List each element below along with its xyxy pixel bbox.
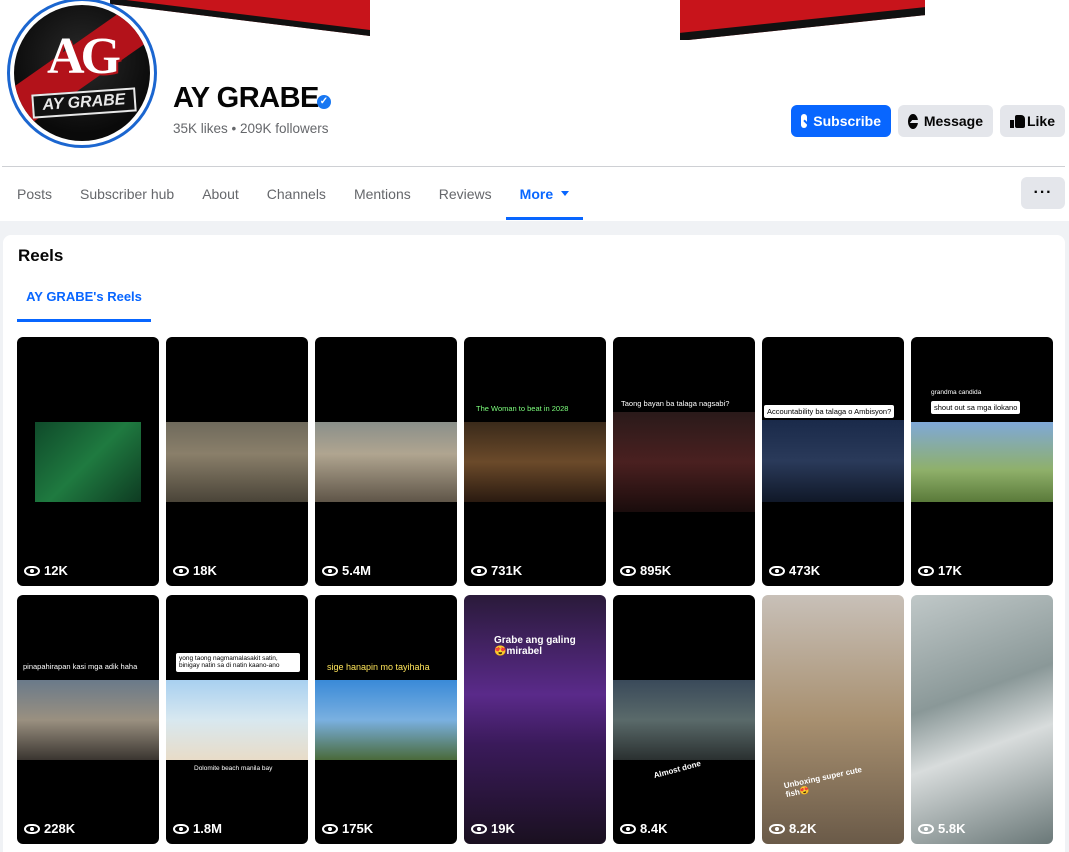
eye-icon bbox=[769, 565, 785, 576]
reel-caption: Accountability ba talaga o Ambisyon? bbox=[764, 405, 895, 418]
logo-mark: AG bbox=[47, 28, 121, 85]
subscribe-icon bbox=[801, 114, 808, 128]
reel-caption: Almost done bbox=[652, 758, 702, 781]
reel-thumbnail bbox=[17, 680, 159, 760]
reel-thumbnail bbox=[166, 680, 308, 760]
eye-icon bbox=[173, 823, 189, 834]
view-count: 8.2K bbox=[769, 821, 816, 836]
eye-icon bbox=[173, 565, 189, 576]
tab-about[interactable]: About bbox=[188, 167, 253, 220]
reel-thumbnail bbox=[911, 422, 1053, 502]
tab-more[interactable]: More bbox=[505, 167, 584, 220]
reel-thumbnail bbox=[315, 422, 457, 502]
reel-card[interactable]: The Woman to beat in 2028 731K bbox=[464, 337, 606, 586]
view-count: 8.4K bbox=[620, 821, 667, 836]
eye-icon bbox=[24, 565, 40, 576]
reel-card[interactable]: 5.4M bbox=[315, 337, 457, 586]
eye-icon bbox=[769, 823, 785, 834]
reel-caption: The Woman to beat in 2028 bbox=[476, 404, 569, 413]
chevron-down-icon bbox=[561, 191, 570, 196]
reel-thumbnail bbox=[464, 422, 606, 502]
like-label: Like bbox=[1026, 113, 1055, 129]
profile-avatar[interactable]: AG AY GRABE bbox=[7, 0, 157, 148]
reel-thumbnail bbox=[762, 420, 904, 502]
reel-card[interactable]: yong taong nagmamalasakit satin, binigay… bbox=[166, 595, 308, 844]
reels-heading: Reels bbox=[18, 246, 64, 265]
view-count: 1.8M bbox=[173, 821, 222, 836]
view-count: 18K bbox=[173, 563, 217, 578]
reel-thumbnail bbox=[35, 422, 141, 502]
view-count: 5.4M bbox=[322, 563, 371, 578]
tab-reviews[interactable]: Reviews bbox=[425, 167, 506, 220]
reels-section: Reels AY GRABE's Reels 12K 18K 5.4M The … bbox=[3, 235, 1065, 852]
reel-card[interactable]: 12K bbox=[17, 337, 159, 586]
reel-card[interactable]: grandma candida shout out sa mga ilokano… bbox=[911, 337, 1053, 586]
reel-card[interactable]: Taong bayan ba talaga nagsabi? 895K bbox=[613, 337, 755, 586]
tab-page-reels[interactable]: AY GRABE's Reels bbox=[17, 279, 151, 322]
reel-caption: Taong bayan ba talaga nagsabi? bbox=[621, 399, 730, 408]
reel-caption: Grabe ang galing 😍mirabel bbox=[494, 635, 576, 657]
tab-posts[interactable]: Posts bbox=[3, 167, 66, 220]
cover-photo[interactable] bbox=[0, 0, 1069, 40]
view-count: 228K bbox=[24, 821, 75, 836]
page-title: AY GRABE bbox=[173, 82, 319, 114]
reel-thumbnail bbox=[315, 680, 457, 760]
reel-subcaption: grandma candida bbox=[931, 389, 982, 396]
reel-caption: pinapahirapan kasi mga adik haha bbox=[23, 662, 138, 671]
message-button[interactable]: Message bbox=[898, 105, 993, 137]
view-count: 17K bbox=[918, 563, 962, 578]
eye-icon bbox=[620, 823, 636, 834]
reel-thumbnail bbox=[166, 422, 308, 502]
reel-card[interactable]: 5.8K bbox=[911, 595, 1053, 844]
like-button[interactable]: Like bbox=[1000, 105, 1065, 137]
view-count: 895K bbox=[620, 563, 671, 578]
reel-caption: yong taong nagmamalasakit satin, binigay… bbox=[176, 653, 300, 672]
subscribe-label: Subscribe bbox=[813, 113, 881, 129]
eye-icon bbox=[322, 823, 338, 834]
eye-icon bbox=[24, 823, 40, 834]
reel-card[interactable]: Almost done 8.4K bbox=[613, 595, 755, 844]
eye-icon bbox=[620, 565, 636, 576]
reel-thumbnail bbox=[613, 680, 755, 760]
thumbs-up-icon bbox=[1010, 114, 1025, 128]
eye-icon bbox=[918, 823, 934, 834]
reel-caption: shout out sa mga ilokano bbox=[931, 401, 1021, 414]
more-options-button[interactable]: ··· bbox=[1021, 177, 1065, 209]
cover-graphic-right bbox=[680, 0, 925, 40]
subscribe-button[interactable]: Subscribe bbox=[791, 105, 891, 137]
message-label: Message bbox=[923, 113, 983, 129]
reel-thumbnail bbox=[613, 412, 755, 512]
view-count: 19K bbox=[471, 821, 515, 836]
eye-icon bbox=[918, 565, 934, 576]
profile-logo: AG AY GRABE bbox=[14, 5, 150, 141]
eye-icon bbox=[471, 565, 487, 576]
reel-card[interactable]: Unboxing super cute fish😍 8.2K bbox=[762, 595, 904, 844]
reel-card[interactable]: sige hanapin mo tayihaha 175K bbox=[315, 595, 457, 844]
logo-wordmark: AY GRABE bbox=[31, 87, 137, 119]
view-count: 175K bbox=[322, 821, 373, 836]
reel-caption: sige hanapin mo tayihaha bbox=[327, 662, 430, 672]
view-count: 12K bbox=[24, 563, 68, 578]
page-stats[interactable]: 35K likes • 209K followers bbox=[173, 121, 329, 136]
verified-badge-icon: ✓ bbox=[317, 95, 331, 109]
tab-channels[interactable]: Channels bbox=[253, 167, 340, 220]
tab-more-label: More bbox=[519, 185, 554, 202]
page-header: AG AY GRABE AY GRABE ✓ 35K likes • 209K … bbox=[0, 0, 1069, 221]
messenger-icon bbox=[908, 113, 918, 129]
eye-icon bbox=[322, 565, 338, 576]
tab-subscriber-hub[interactable]: Subscriber hub bbox=[66, 167, 188, 220]
reel-subcaption: Dolomite beach manila bay bbox=[194, 765, 273, 772]
reel-card[interactable]: 18K bbox=[166, 337, 308, 586]
reel-caption: Unboxing super cute fish😍 bbox=[783, 764, 863, 800]
view-count: 5.8K bbox=[918, 821, 965, 836]
reel-card[interactable]: Grabe ang galing 😍mirabel 19K bbox=[464, 595, 606, 844]
view-count: 731K bbox=[471, 563, 522, 578]
tab-mentions[interactable]: Mentions bbox=[340, 167, 425, 220]
reel-card[interactable]: pinapahirapan kasi mga adik haha 228K bbox=[17, 595, 159, 844]
reel-card[interactable]: Accountability ba talaga o Ambisyon? 473… bbox=[762, 337, 904, 586]
eye-icon bbox=[471, 823, 487, 834]
page-tabs: Posts Subscriber hub About Channels Ment… bbox=[3, 167, 584, 220]
view-count: 473K bbox=[769, 563, 820, 578]
